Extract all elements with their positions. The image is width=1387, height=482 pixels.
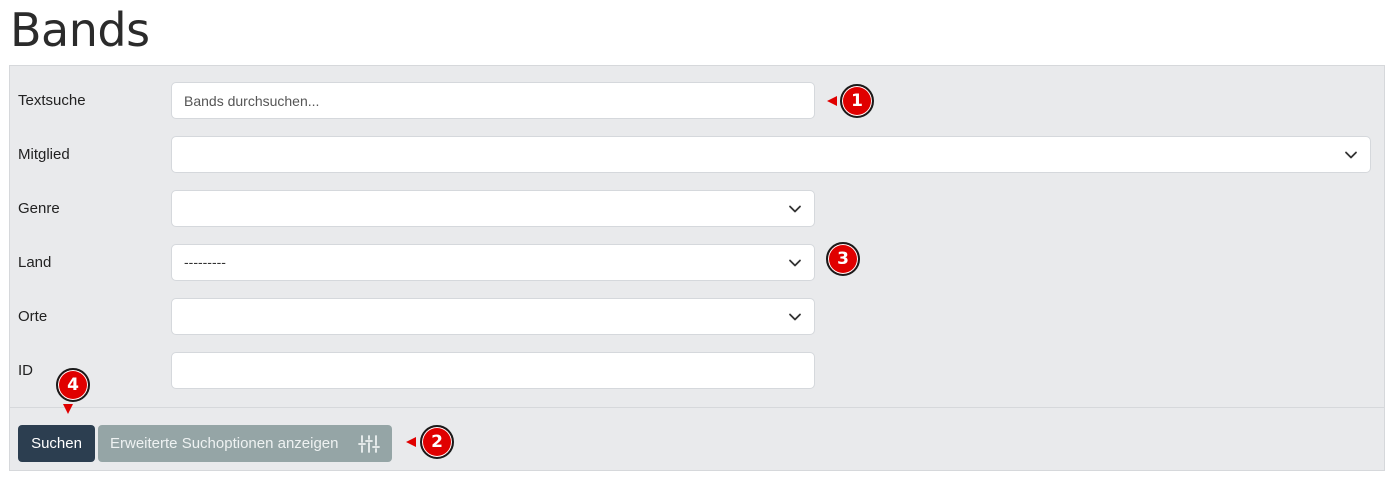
- marker-4: 4: [56, 368, 90, 402]
- chevron-down-icon: [1345, 151, 1357, 159]
- chevron-down-icon: [789, 205, 801, 213]
- country-select-value: ---------: [184, 254, 226, 270]
- genre-select[interactable]: [171, 190, 815, 227]
- member-label: Mitglied: [18, 146, 70, 163]
- textsearch-label: Textsuche: [18, 92, 86, 109]
- marker-2: 2: [420, 425, 454, 459]
- marker-3: 3: [826, 242, 860, 276]
- genre-label: Genre: [18, 200, 60, 217]
- chevron-down-icon: [789, 313, 801, 321]
- search-panel: Textsuche Mitglied Genre Land --------- …: [9, 65, 1385, 471]
- member-select[interactable]: [171, 136, 1371, 173]
- marker-2-arrow: [406, 437, 416, 447]
- chevron-down-icon: [789, 259, 801, 267]
- places-label: Orte: [18, 308, 48, 325]
- marker-1: 1: [840, 84, 874, 118]
- page-title: Bands: [10, 3, 150, 57]
- country-select[interactable]: ---------: [171, 244, 815, 281]
- id-label: ID: [18, 362, 33, 379]
- sliders-icon: [358, 435, 380, 453]
- marker-1-arrow: [827, 96, 837, 106]
- textsearch-input[interactable]: [171, 82, 815, 119]
- country-label: Land: [18, 254, 52, 271]
- id-input[interactable]: [171, 352, 815, 389]
- advanced-options-button[interactable]: Erweiterte Suchoptionen anzeigen: [98, 425, 392, 462]
- marker-4-arrow: [63, 404, 73, 414]
- search-button[interactable]: Suchen: [18, 425, 95, 462]
- places-select[interactable]: [171, 298, 815, 335]
- advanced-options-label: Erweiterte Suchoptionen anzeigen: [110, 435, 339, 452]
